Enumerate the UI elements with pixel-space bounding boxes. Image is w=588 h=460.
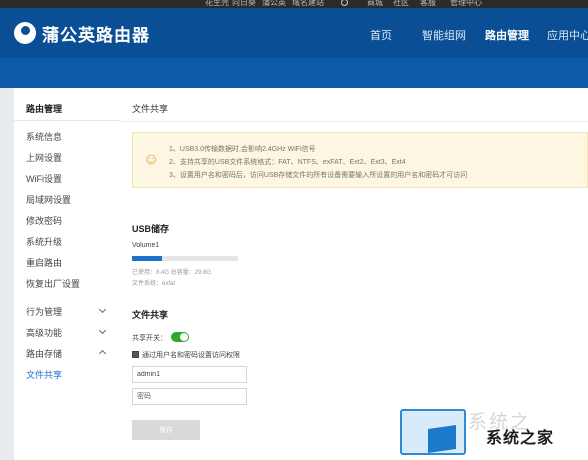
- topbar-link[interactable]: 花生壳: [205, 0, 229, 8]
- divider: [120, 121, 588, 122]
- sidebar-group-storage[interactable]: 路由存储: [26, 347, 62, 360]
- file-sharing-title: 文件共享: [132, 310, 169, 320]
- sidebar-item-reboot[interactable]: 重启路由: [26, 256, 62, 269]
- sidebar-title: 路由管理: [26, 104, 63, 114]
- password-input[interactable]: [132, 388, 247, 405]
- sidebar: 路由管理 系统信息 上网设置 WiFi设置 局域网设置 修改密码 系统升级 重启…: [14, 88, 120, 460]
- chevron-up-icon[interactable]: [98, 349, 107, 358]
- topbar-link[interactable]: 管理中心: [450, 0, 482, 8]
- topbar-link[interactable]: 商城: [367, 0, 383, 8]
- topbar-link[interactable]: 向日葵: [232, 0, 256, 8]
- page-title: 文件共享: [132, 104, 169, 114]
- filesystem-text: 文件系统：exfat: [132, 281, 176, 287]
- nav-networking[interactable]: 智能组网: [422, 27, 466, 43]
- usb-storage-title: USB储存: [132, 224, 170, 234]
- app-icon[interactable]: [341, 0, 348, 6]
- watermark-logo: [400, 409, 466, 455]
- topbar-link[interactable]: 社区: [393, 0, 409, 8]
- smile-icon: ☺: [143, 151, 160, 168]
- sidebar-item-change-password[interactable]: 修改密码: [26, 214, 62, 227]
- sidebar-item-factory-reset[interactable]: 恢复出厂设置: [26, 277, 80, 290]
- sidebar-item-system-info[interactable]: 系统信息: [26, 130, 62, 143]
- chevron-down-icon[interactable]: [98, 326, 107, 335]
- storage-usage-text: 已使用：8.4G 总容量：29.8G: [132, 270, 212, 276]
- sidebar-item-system-upgrade[interactable]: 系统升级: [26, 235, 62, 248]
- sidebar-group-behavior[interactable]: 行为管理: [26, 305, 62, 318]
- brand-name: 蒲公英路由器: [42, 26, 150, 45]
- tip-line: 1、USB3.0传输数据时,会影响2.4GHz WiFi信号: [169, 146, 316, 153]
- sidebar-group-advanced[interactable]: 高级功能: [26, 326, 62, 339]
- watermark-text: 系统之家: [486, 430, 555, 447]
- topbar-link[interactable]: 客服: [420, 0, 436, 8]
- share-toggle[interactable]: [171, 332, 189, 342]
- main-content: 文件共享 ☺ 1、USB3.0传输数据时,会影响2.4GHz WiFi信号 2、…: [120, 88, 588, 460]
- top-utility-bar: 花生壳 向日葵 蒲公英 域名建站 商城 社区 客服 管理中心: [0, 0, 588, 8]
- volume-name: Volume1: [132, 242, 160, 249]
- nav-home[interactable]: 首页: [370, 27, 392, 43]
- windows-flag-icon: [428, 425, 456, 453]
- nav-app-center[interactable]: 应用中心: [547, 27, 588, 43]
- tip-line: 3、设置用户名和密码后，访问USB存储文件的所有设备需要输入所设置的用户名和密码…: [169, 172, 468, 179]
- divider: [14, 120, 120, 121]
- watermark: 系统之 系统之家: [398, 407, 588, 460]
- auth-checkbox[interactable]: [132, 351, 139, 358]
- username-input[interactable]: [132, 366, 247, 383]
- sidebar-item-internet-settings[interactable]: 上网设置: [26, 151, 62, 164]
- share-toggle-label: 共享开关：: [132, 335, 167, 342]
- chevron-down-icon[interactable]: [98, 305, 107, 314]
- tips-box: ☺ 1、USB3.0传输数据时,会影响2.4GHz WiFi信号 2、支持共享的…: [132, 132, 588, 188]
- logo-icon: [14, 22, 36, 44]
- sidebar-item-lan-settings[interactable]: 局域网设置: [26, 193, 71, 206]
- nav-router-management[interactable]: 路由管理: [485, 27, 529, 43]
- toggle-knob: [180, 333, 188, 341]
- sidebar-item-file-sharing[interactable]: 文件共享: [26, 368, 62, 381]
- auth-checkbox-label: 通过用户名和密码设置访问权限: [142, 352, 240, 359]
- tip-line: 2、支持共享的USB文件系统格式：FAT、NTFS、exFAT、Ext2、Ext…: [169, 159, 406, 166]
- sidebar-item-wifi-settings[interactable]: WiFi设置: [26, 172, 62, 185]
- storage-usage-fill: [132, 256, 162, 261]
- topbar-link[interactable]: 蒲公英: [262, 0, 286, 8]
- header-band: [0, 58, 588, 88]
- topbar-link[interactable]: 域名建站: [292, 0, 324, 8]
- header: 蒲公英路由器 首页 智能组网 路由管理 应用中心: [0, 8, 588, 58]
- storage-usage-bar: [132, 256, 238, 261]
- save-button[interactable]: 保存: [132, 420, 200, 440]
